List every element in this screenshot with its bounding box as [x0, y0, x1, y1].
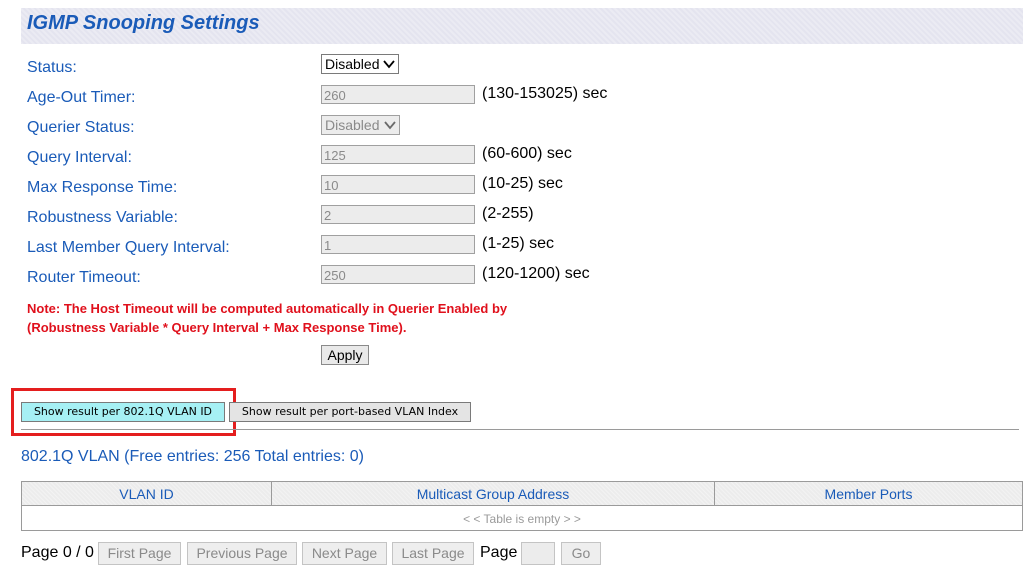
router-timeout-unit: (120-1200) sec — [482, 265, 590, 282]
querier-status-label: Querier Status: — [27, 119, 135, 136]
age-out-timer-label: Age-Out Timer: — [27, 89, 136, 106]
title-bar: IGMP Snooping Settings — [21, 8, 1023, 44]
robustness-variable-input[interactable]: 2 — [321, 205, 475, 224]
tab-dot1q-vlan[interactable]: Show result per 802.1Q VLAN ID — [21, 402, 225, 422]
first-page-button[interactable]: First Page — [98, 542, 181, 565]
query-interval-input[interactable]: 125 — [321, 145, 475, 164]
host-timeout-note-line2: (Robustness Variable * Query Interval + … — [27, 320, 407, 335]
query-interval-label: Query Interval: — [27, 149, 132, 166]
querier-status-select[interactable]: Disabled — [321, 115, 400, 135]
host-timeout-note-line1: Note: The Host Timeout will be computed … — [27, 301, 508, 316]
max-response-time-input[interactable]: 10 — [321, 175, 475, 194]
apply-button[interactable]: Apply — [321, 345, 369, 365]
column-header-vlan-id[interactable]: VLAN ID — [22, 482, 272, 506]
max-response-time-unit: (10-25) sec — [482, 175, 563, 192]
query-interval-unit: (60-600) sec — [482, 145, 572, 162]
status-value: Disabled — [325, 56, 380, 72]
divider — [21, 429, 1019, 430]
max-response-time-label: Max Response Time: — [27, 179, 178, 196]
next-page-button[interactable]: Next Page — [302, 542, 387, 565]
multicast-table: VLAN ID Multicast Group Address Member P… — [21, 481, 1023, 531]
querier-status-value: Disabled — [325, 117, 380, 133]
table-empty-message: < < Table is empty > > — [463, 512, 581, 526]
last-page-button[interactable]: Last Page — [392, 542, 474, 565]
robustness-variable-label: Robustness Variable: — [27, 209, 178, 226]
chevron-down-icon — [384, 121, 396, 130]
tab-port-based-vlan[interactable]: Show result per port-based VLAN Index — [229, 402, 471, 422]
previous-page-button[interactable]: Previous Page — [187, 542, 297, 565]
router-timeout-label: Router Timeout: — [27, 269, 141, 286]
status-label: Status: — [27, 59, 77, 76]
chevron-down-icon — [383, 60, 395, 69]
page-title: IGMP Snooping Settings — [27, 12, 260, 34]
page-number-input[interactable] — [521, 542, 555, 565]
go-button[interactable]: Go — [561, 542, 601, 565]
vlan-summary: 802.1Q VLAN (Free entries: 256 Total ent… — [21, 448, 364, 465]
last-member-query-interval-label: Last Member Query Interval: — [27, 239, 230, 256]
last-member-query-interval-unit: (1-25) sec — [482, 235, 555, 252]
page-label: Page — [480, 544, 518, 561]
last-member-query-interval-input[interactable]: 1 — [321, 235, 475, 254]
column-header-multicast-group-address[interactable]: Multicast Group Address — [272, 482, 715, 506]
router-timeout-input[interactable]: 250 — [321, 265, 475, 284]
column-header-member-ports[interactable]: Member Ports — [715, 482, 1022, 506]
status-select[interactable]: Disabled — [321, 54, 399, 74]
page-info: Page 0 / 0 — [21, 544, 94, 561]
age-out-timer-input[interactable]: 260 — [321, 85, 475, 104]
robustness-variable-unit: (2-255) — [482, 205, 534, 222]
age-out-timer-unit: (130-153025) sec — [482, 85, 608, 102]
